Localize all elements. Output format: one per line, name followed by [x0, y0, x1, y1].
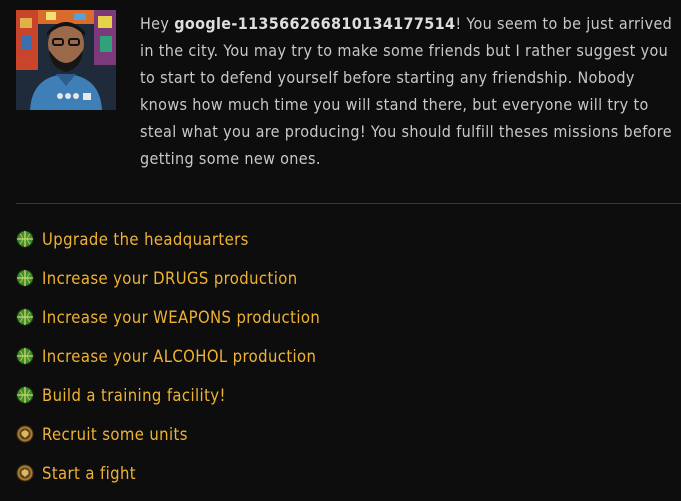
globe-icon [16, 386, 34, 404]
mission-link-training-facility[interactable]: Build a training facility! [42, 383, 226, 409]
avatar-portrait [16, 10, 116, 110]
mission-item[interactable]: Increase your DRUGS production [16, 267, 320, 306]
mission-item[interactable]: Increase your WEAPONS production [16, 306, 320, 345]
shield-badge-icon [16, 464, 34, 482]
globe-icon [16, 230, 34, 248]
mission-link-start-fight[interactable]: Start a fight [42, 461, 136, 487]
mission-item[interactable]: Upgrade the headquarters [16, 228, 320, 267]
mission-item[interactable]: Recruit some units [16, 423, 320, 462]
mission-item[interactable]: Increase your ALCOHOL production [16, 345, 320, 384]
mission-item[interactable]: Start a fight [16, 462, 320, 501]
globe-icon [16, 308, 34, 326]
intro-panel: Hey google-113566266810134177514! You se… [16, 10, 676, 190]
mission-link-drugs-production[interactable]: Increase your DRUGS production [42, 266, 298, 292]
mission-list: Upgrade the headquarters Increase your D… [16, 228, 320, 501]
welcome-message: Hey google-113566266810134177514! You se… [140, 10, 676, 172]
mission-link-upgrade-headquarters[interactable]: Upgrade the headquarters [42, 227, 249, 253]
globe-icon [16, 269, 34, 287]
mission-link-weapons-production[interactable]: Increase your WEAPONS production [42, 305, 320, 331]
divider [16, 203, 681, 204]
message-body: ! You seem to be just arrived in the cit… [140, 14, 673, 168]
avatar [16, 10, 116, 110]
shield-badge-icon [16, 425, 34, 443]
greeting-prefix: Hey [140, 14, 175, 33]
mission-link-alcohol-production[interactable]: Increase your ALCOHOL production [42, 344, 316, 370]
mission-item[interactable]: Build a training facility! [16, 384, 320, 423]
globe-icon [16, 347, 34, 365]
username: google-113566266810134177514 [174, 14, 456, 33]
mission-link-recruit-units[interactable]: Recruit some units [42, 422, 188, 448]
